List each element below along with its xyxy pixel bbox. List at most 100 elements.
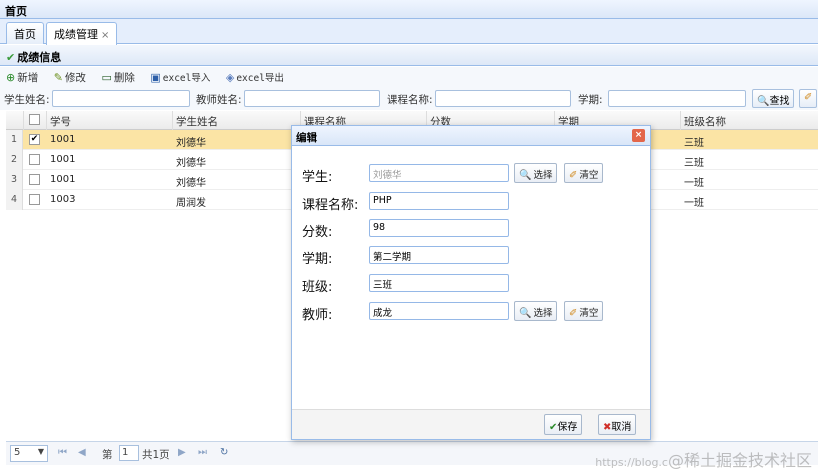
brush-icon: ✐ (569, 170, 578, 181)
choose-label: 选择 (533, 170, 553, 181)
tab-home-label: 首页 (14, 28, 36, 41)
choose-student-button[interactable]: 🔍 选择 (514, 163, 558, 183)
select-all-checkbox[interactable] (29, 114, 40, 125)
cell-id: 1001 (50, 134, 76, 145)
edit-label: 修改 (64, 72, 86, 84)
row-checkbox[interactable] (29, 194, 40, 205)
tab-strip: 首页 成绩管理 × (0, 19, 818, 45)
close-icon[interactable]: × (632, 129, 645, 142)
cell-id: 1001 (50, 174, 76, 185)
term-input[interactable] (608, 90, 746, 107)
tab-grades-label: 成绩管理 (54, 28, 98, 41)
class-field[interactable]: 三班 (369, 274, 509, 292)
save-label: 保存 (557, 422, 578, 433)
add-button[interactable]: ⊕ 新增 (6, 70, 38, 85)
column-header-id[interactable]: 学号 (50, 114, 71, 129)
student-name-input[interactable] (52, 90, 190, 107)
clear-teacher-button[interactable]: ✐ 清空 (564, 301, 604, 321)
teacher-field[interactable]: 成龙 (369, 302, 509, 320)
page-number-value: 1 (122, 447, 129, 458)
clear-label: 清空 (579, 170, 599, 181)
cancel-button[interactable]: ✖取消 (598, 414, 637, 435)
tab-home[interactable]: 首页 (6, 22, 44, 44)
page-prefix: 第 (102, 449, 113, 461)
export-icon: ◈ (225, 71, 235, 84)
term-value: 第二学期 (373, 252, 412, 263)
row-number: 4 (6, 190, 23, 210)
search-icon: 🔍 (519, 170, 532, 181)
row-checkbox[interactable]: ✔ (29, 134, 40, 145)
next-page-icon[interactable]: ▶ (178, 447, 186, 458)
cell-id: 1003 (50, 194, 76, 205)
teacher-name-input[interactable] (244, 90, 380, 107)
app-title-bar: 首页 (0, 0, 818, 19)
page-size-value: 5 (14, 447, 21, 458)
dialog-footer: ✔保存 ✖取消 (292, 409, 650, 439)
student-field[interactable]: 刘德华 (369, 164, 509, 182)
remove-icon: ▭ (101, 71, 112, 84)
clear-search-button[interactable]: ✐ (799, 89, 817, 108)
teacher-label: 教师: (302, 308, 333, 323)
cell-student: 刘德华 (176, 178, 206, 189)
chevron-down-icon: ▼ (37, 447, 44, 456)
cell-id: 1001 (50, 154, 76, 165)
column-header-class[interactable]: 班级名称 (684, 114, 726, 129)
choose-teacher-button[interactable]: 🔍 选择 (514, 301, 558, 321)
cancel-label: 取消 (611, 422, 632, 433)
tab-grades[interactable]: 成绩管理 × (46, 22, 118, 45)
import-button[interactable]: ▣ excel导入 (150, 70, 210, 84)
row-number: 3 (6, 170, 23, 190)
teacher-name-label: 教师姓名: (196, 94, 242, 106)
first-page-icon[interactable]: ⏮ (58, 447, 67, 458)
class-label: 班级: (302, 280, 333, 295)
score-label: 分数: (302, 225, 333, 240)
cell-class: 三班 (684, 158, 704, 169)
student-name-label: 学生姓名: (4, 94, 50, 106)
term-field[interactable]: 第二学期 (369, 246, 509, 264)
page-total: 共1页 (142, 449, 170, 461)
export-button[interactable]: ◈ excel导出 (226, 70, 284, 84)
prev-page-icon[interactable]: ◀ (78, 447, 86, 458)
search-button[interactable]: 🔍查找 (752, 89, 795, 108)
dialog-title-bar: 编辑 × (292, 126, 650, 146)
save-icon: ▣ (150, 71, 161, 84)
app-title: 首页 (5, 5, 27, 18)
cell-class: 一班 (684, 178, 704, 189)
score-field[interactable]: 98 (369, 219, 509, 237)
score-value: 98 (373, 222, 386, 233)
edit-button[interactable]: ✎ 修改 (54, 70, 86, 85)
save-button[interactable]: ✔保存 (544, 414, 583, 435)
delete-button[interactable]: ▭ 删除 (101, 70, 134, 85)
term-label: 学期: (302, 252, 333, 267)
check-icon: ✔ (6, 51, 16, 64)
column-header-student[interactable]: 学生姓名 (176, 114, 218, 129)
panel-title: ✔ 成绩信息 (0, 45, 818, 66)
export-label: excel导出 (236, 73, 284, 84)
panel-title-text: 成绩信息 (17, 51, 62, 64)
page-number-input[interactable]: 1 (119, 445, 139, 461)
class-value: 三班 (373, 280, 393, 291)
page-size-select[interactable]: 5 ▼ (10, 445, 48, 462)
teacher-value: 成龙 (373, 308, 393, 319)
choose-label: 选择 (533, 308, 553, 319)
last-page-icon[interactable]: ⏭ (198, 447, 207, 458)
clear-label: 清空 (579, 308, 599, 319)
clear-student-button[interactable]: ✐ 清空 (564, 163, 604, 183)
row-number: 1 (6, 130, 23, 150)
refresh-icon[interactable]: ↻ (220, 447, 228, 458)
brush-icon: ✐ (804, 92, 813, 103)
student-label: 学生: (302, 170, 333, 185)
brush-icon: ✐ (569, 308, 578, 319)
dialog-title: 编辑 (296, 132, 317, 144)
cell-student: 刘德华 (176, 138, 206, 149)
course-name-input[interactable] (435, 90, 571, 107)
row-checkbox[interactable] (29, 174, 40, 185)
import-label: excel导入 (162, 73, 211, 84)
tab-close-icon[interactable]: × (101, 30, 109, 41)
row-checkbox[interactable] (29, 154, 40, 165)
search-bar: 学生姓名: 教师姓名: 课程名称: 学期: 🔍查找 ✐ (0, 88, 818, 110)
pencil-icon: ✎ (53, 71, 63, 84)
search-icon: 🔍 (519, 308, 532, 319)
cell-student: 周润发 (176, 198, 206, 209)
course-field[interactable]: PHP (369, 192, 509, 210)
